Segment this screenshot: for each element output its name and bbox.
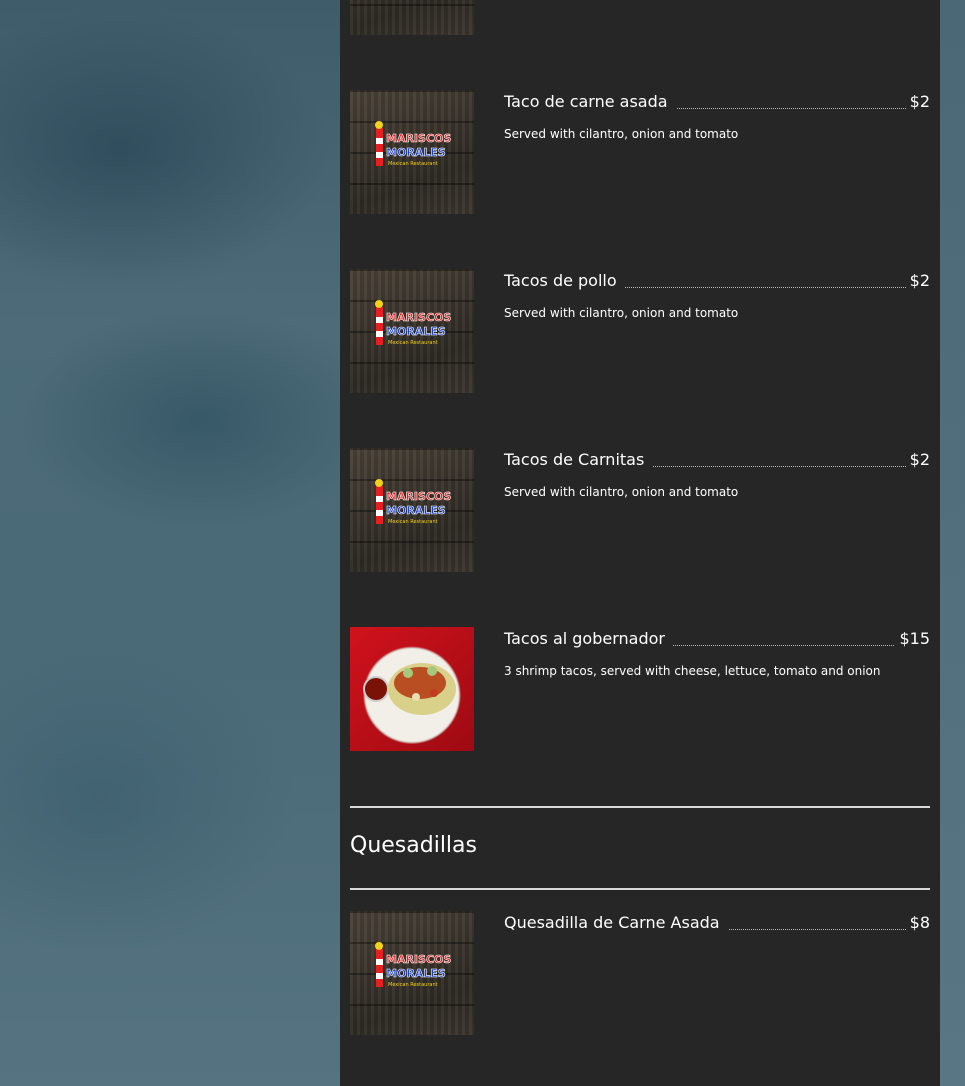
- background-strip: [940, 0, 965, 1086]
- menu-item-name: Tacos al gobernador: [504, 629, 673, 648]
- menu-item-image: MARISCOS MORALES Mexican Restaurant: [350, 448, 474, 572]
- menu-item-price: $2: [905, 92, 930, 111]
- svg-text:MARISCOS: MARISCOS: [386, 490, 451, 503]
- menu-item-description: 3 shrimp tacos, served with cheese, lett…: [504, 664, 881, 678]
- menu-item-name: Taco de carne asada: [504, 92, 676, 111]
- svg-text:Mexican Restaurant: Mexican Restaurant: [388, 519, 438, 525]
- svg-text:Mexican Restaurant: Mexican Restaurant: [388, 982, 438, 988]
- svg-text:MARISCOS: MARISCOS: [386, 311, 451, 324]
- restaurant-logo-icon: MARISCOS MORALES Mexican Restaurant: [375, 121, 452, 167]
- menu-item-description: Served with cilantro, onion and tomato: [504, 485, 739, 499]
- menu-item-description: Served with cilantro, onion and tomato: [504, 306, 739, 320]
- menu-item-image: MARISCOS MORALES Mexican Restaurant: [350, 911, 474, 1035]
- svg-text:MARISCOS: MARISCOS: [386, 132, 451, 145]
- section-divider: [350, 888, 930, 890]
- section-divider: [350, 806, 930, 808]
- menu-item-name: Tacos de pollo: [504, 271, 625, 290]
- svg-text:MORALES: MORALES: [386, 146, 446, 159]
- menu-item-price: $2: [905, 450, 930, 469]
- menu-item-name: Tacos de Carnitas: [504, 450, 653, 469]
- section-title: Quesadillas: [350, 833, 477, 858]
- menu-item-price: $8: [905, 913, 930, 932]
- menu-item-photo: [350, 627, 474, 751]
- menu-item-price: $15: [895, 629, 930, 648]
- menu-item-image-partial: [350, 0, 474, 35]
- menu-panel: MARISCOS MORALES Mexican Restaurant Taco…: [340, 0, 940, 1086]
- menu-item-name: Quesadilla de Carne Asada: [504, 913, 728, 932]
- shrimp-tacos-icon: [363, 663, 456, 715]
- restaurant-logo-icon: MARISCOS MORALES Mexican Restaurant: [375, 300, 452, 346]
- svg-text:MORALES: MORALES: [386, 967, 446, 980]
- svg-text:Mexican Restaurant: Mexican Restaurant: [388, 340, 438, 346]
- restaurant-logo-icon: MARISCOS MORALES Mexican Restaurant: [375, 479, 452, 525]
- svg-text:MARISCOS: MARISCOS: [386, 953, 451, 966]
- menu-item-image: MARISCOS MORALES Mexican Restaurant: [350, 269, 474, 393]
- menu-item-description: Served with cilantro, onion and tomato: [504, 127, 739, 141]
- svg-text:Mexican Restaurant: Mexican Restaurant: [388, 161, 438, 167]
- menu-item-image: MARISCOS MORALES Mexican Restaurant: [350, 90, 474, 214]
- svg-text:MORALES: MORALES: [386, 504, 446, 517]
- menu-item-price: $2: [905, 271, 930, 290]
- restaurant-logo-icon: MARISCOS MORALES Mexican Restaurant: [375, 942, 452, 988]
- svg-text:MORALES: MORALES: [386, 325, 446, 338]
